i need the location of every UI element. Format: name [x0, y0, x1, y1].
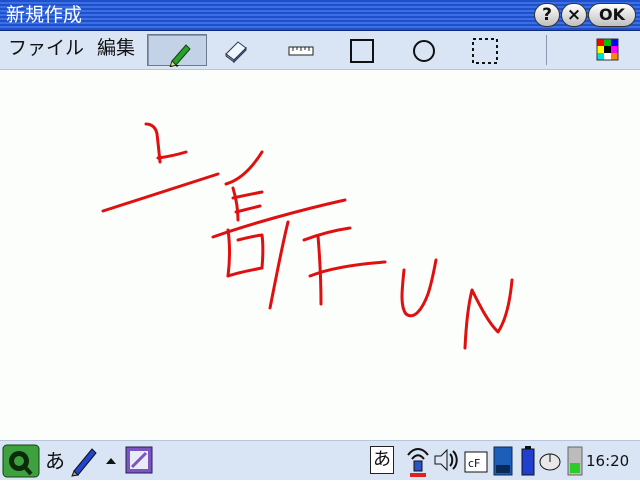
up-arrow-icon: [106, 458, 116, 464]
ellipse-tool-button[interactable]: [407, 34, 441, 66]
battery-icon: [521, 446, 535, 476]
volume-control[interactable]: [432, 445, 460, 479]
selection-icon: [472, 38, 498, 64]
volume-icon: [434, 448, 458, 472]
mouse-icon: [539, 453, 561, 471]
help-button[interactable]: ?: [534, 3, 560, 27]
select-tool-button[interactable]: [468, 34, 502, 66]
pen-input-icon: [71, 448, 97, 477]
handwriting-strokes: [101, 122, 514, 350]
battery-status[interactable]: [520, 445, 536, 481]
pen-tool-button[interactable]: [147, 34, 207, 67]
svg-text:cF: cF: [468, 457, 480, 470]
running-app-button[interactable]: [124, 445, 154, 479]
app-icon: [125, 446, 153, 474]
close-button[interactable]: ×: [561, 3, 587, 27]
signal-icon: [567, 446, 583, 476]
taskbar-up-arrow[interactable]: [104, 453, 118, 472]
circle-icon: [413, 40, 435, 62]
ime-indicator[interactable]: あ: [370, 446, 394, 474]
line-tool-button[interactable]: [284, 34, 318, 66]
eraser-tool-button[interactable]: [218, 34, 252, 66]
menu-edit[interactable]: 編集: [97, 36, 135, 60]
toolbar: ファイル 編集: [0, 31, 640, 70]
wireless-status[interactable]: [404, 445, 432, 483]
cf-card-icon: cF: [464, 451, 488, 473]
mouse-status[interactable]: [538, 449, 564, 477]
signal-status: [566, 445, 584, 481]
rectangle-tool-button[interactable]: [345, 34, 379, 66]
sd-card-icon: [493, 446, 513, 476]
title-bar: 新規作成 ? × OK: [0, 0, 640, 31]
ok-button[interactable]: OK: [588, 3, 636, 27]
taskbar: あ あ cF 16:20: [0, 440, 640, 480]
window-title: 新規作成: [6, 4, 83, 26]
rectangle-icon: [350, 39, 374, 63]
pen-input-button[interactable]: [70, 445, 100, 481]
wireless-icon: [407, 448, 429, 477]
color-palette-icon: [596, 38, 619, 61]
launcher-button[interactable]: [2, 444, 40, 482]
sd-card-status[interactable]: [492, 445, 514, 481]
cf-card-status[interactable]: cF: [464, 451, 488, 477]
input-mode-label[interactable]: あ: [45, 449, 65, 473]
pen-icon: [169, 44, 191, 67]
drawing-canvas[interactable]: [0, 70, 640, 439]
color-palette-button[interactable]: [592, 34, 626, 66]
ruler-icon: [288, 46, 314, 56]
qtopia-launcher-icon: [2, 444, 40, 478]
clock[interactable]: 16:20: [586, 450, 629, 472]
eraser-icon: [225, 41, 247, 64]
toolbar-separator: [546, 35, 547, 65]
menu-file[interactable]: ファイル: [8, 36, 84, 60]
